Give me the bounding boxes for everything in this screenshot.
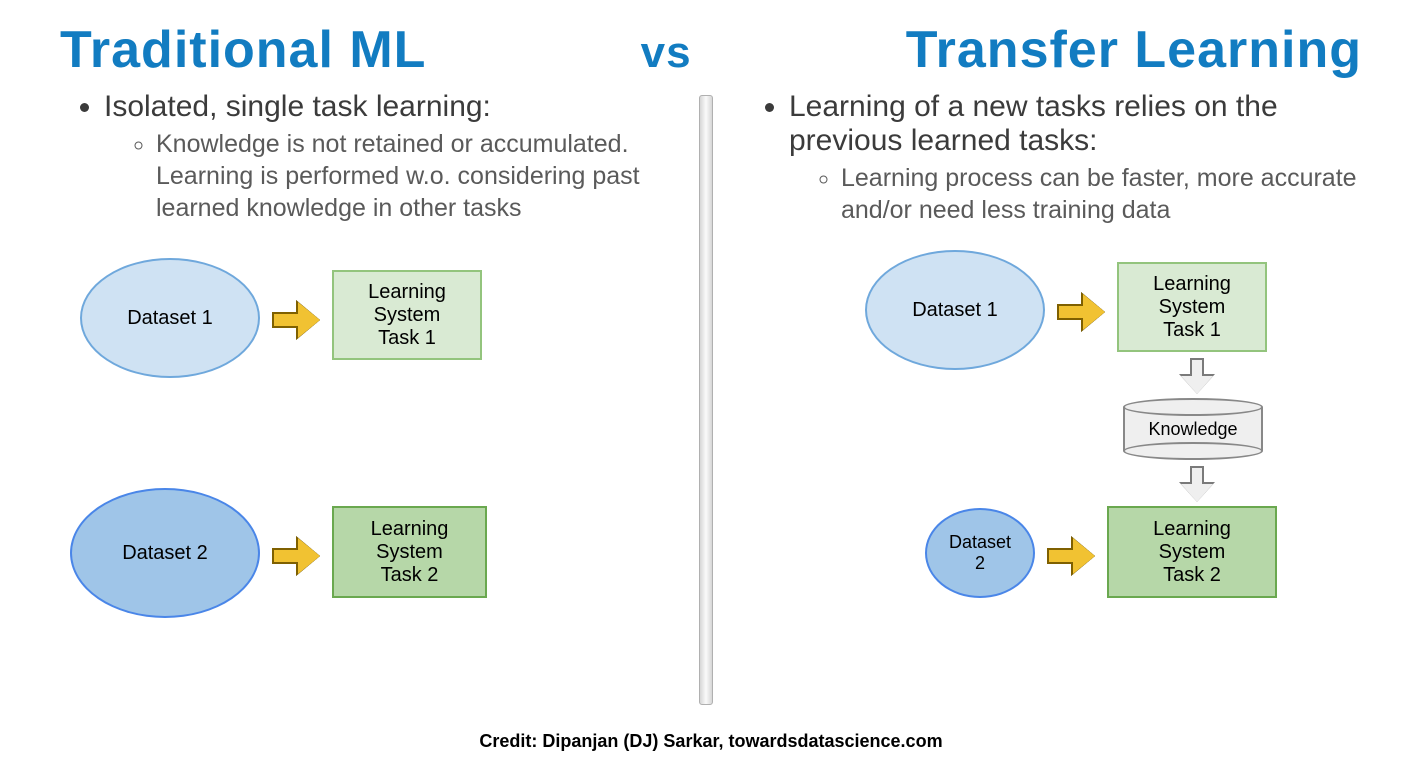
left-column: Isolated, single task learning: Knowledg…	[60, 90, 697, 705]
learning-system-1-box: Learning System Task 1	[1117, 262, 1267, 352]
left-bullet-text: Isolated, single task learning:	[104, 90, 491, 123]
arrow-right-icon	[272, 302, 320, 338]
arrow-right-icon	[1047, 538, 1095, 574]
arrow-right-icon	[1057, 294, 1105, 330]
learning-system-1-label: Learning System Task 1	[1153, 273, 1231, 342]
knowledge-label: Knowledge	[1148, 419, 1237, 440]
dataset2-ellipse: Dataset 2	[925, 508, 1035, 598]
left-sub-list: Knowledge is not retained or accumulated…	[104, 128, 697, 224]
title-transfer-learning: Transfer Learning	[906, 20, 1362, 80]
learning-system-1-box: Learning System Task 1	[332, 270, 482, 360]
knowledge-cylinder: Knowledge	[1123, 398, 1263, 460]
title-vs: vs	[641, 28, 692, 78]
cylinder-top	[1123, 398, 1263, 416]
learning-system-2-box: Learning System Task 2	[332, 506, 487, 598]
right-bullet-list: Learning of a new tasks relies on the pr…	[745, 90, 1382, 226]
arrow-down-icon	[1181, 466, 1213, 502]
left-bullet-list: Isolated, single task learning: Knowledg…	[60, 90, 697, 224]
title-bar: Traditional ML vs Transfer Learning	[0, 0, 1422, 90]
dataset2-ellipse: Dataset 2	[70, 488, 260, 618]
left-bullet: Isolated, single task learning: Knowledg…	[104, 90, 697, 224]
learning-system-1-label: Learning System Task 1	[368, 281, 446, 350]
dataset2-label: Dataset 2	[122, 542, 208, 565]
columns-wrapper: Isolated, single task learning: Knowledg…	[0, 90, 1422, 705]
arrow-right-icon	[272, 538, 320, 574]
dataset1-label: Dataset 1	[912, 299, 998, 322]
cylinder-bottom	[1123, 442, 1263, 460]
dataset1-ellipse: Dataset 1	[865, 250, 1045, 370]
right-bullet-text: Learning of a new tasks relies on the pr…	[789, 90, 1278, 157]
right-sub-list: Learning process can be faster, more acc…	[789, 162, 1382, 226]
right-sub-bullet: Learning process can be faster, more acc…	[841, 162, 1382, 226]
learning-system-2-label: Learning System Task 2	[1153, 518, 1231, 587]
left-diagram: Dataset 1 Learning System Task 1 Dataset…	[60, 248, 697, 668]
left-sub-bullet: Knowledge is not retained or accumulated…	[156, 128, 697, 224]
learning-system-2-label: Learning System Task 2	[371, 518, 449, 587]
divider-bar	[699, 95, 713, 705]
vertical-divider	[697, 90, 715, 705]
right-diagram: Dataset 1 Learning System Task 1 Knowled…	[745, 250, 1382, 670]
credit-line: Credit: Dipanjan (DJ) Sarkar, towardsdat…	[0, 731, 1422, 752]
arrow-down-icon	[1181, 358, 1213, 394]
right-column: Learning of a new tasks relies on the pr…	[715, 90, 1382, 705]
title-traditional-ml: Traditional ML	[60, 20, 426, 80]
dataset1-label: Dataset 1	[127, 307, 213, 330]
dataset1-ellipse: Dataset 1	[80, 258, 260, 378]
learning-system-2-box: Learning System Task 2	[1107, 506, 1277, 598]
dataset2-label: Dataset 2	[949, 532, 1011, 574]
right-bullet: Learning of a new tasks relies on the pr…	[789, 90, 1382, 226]
